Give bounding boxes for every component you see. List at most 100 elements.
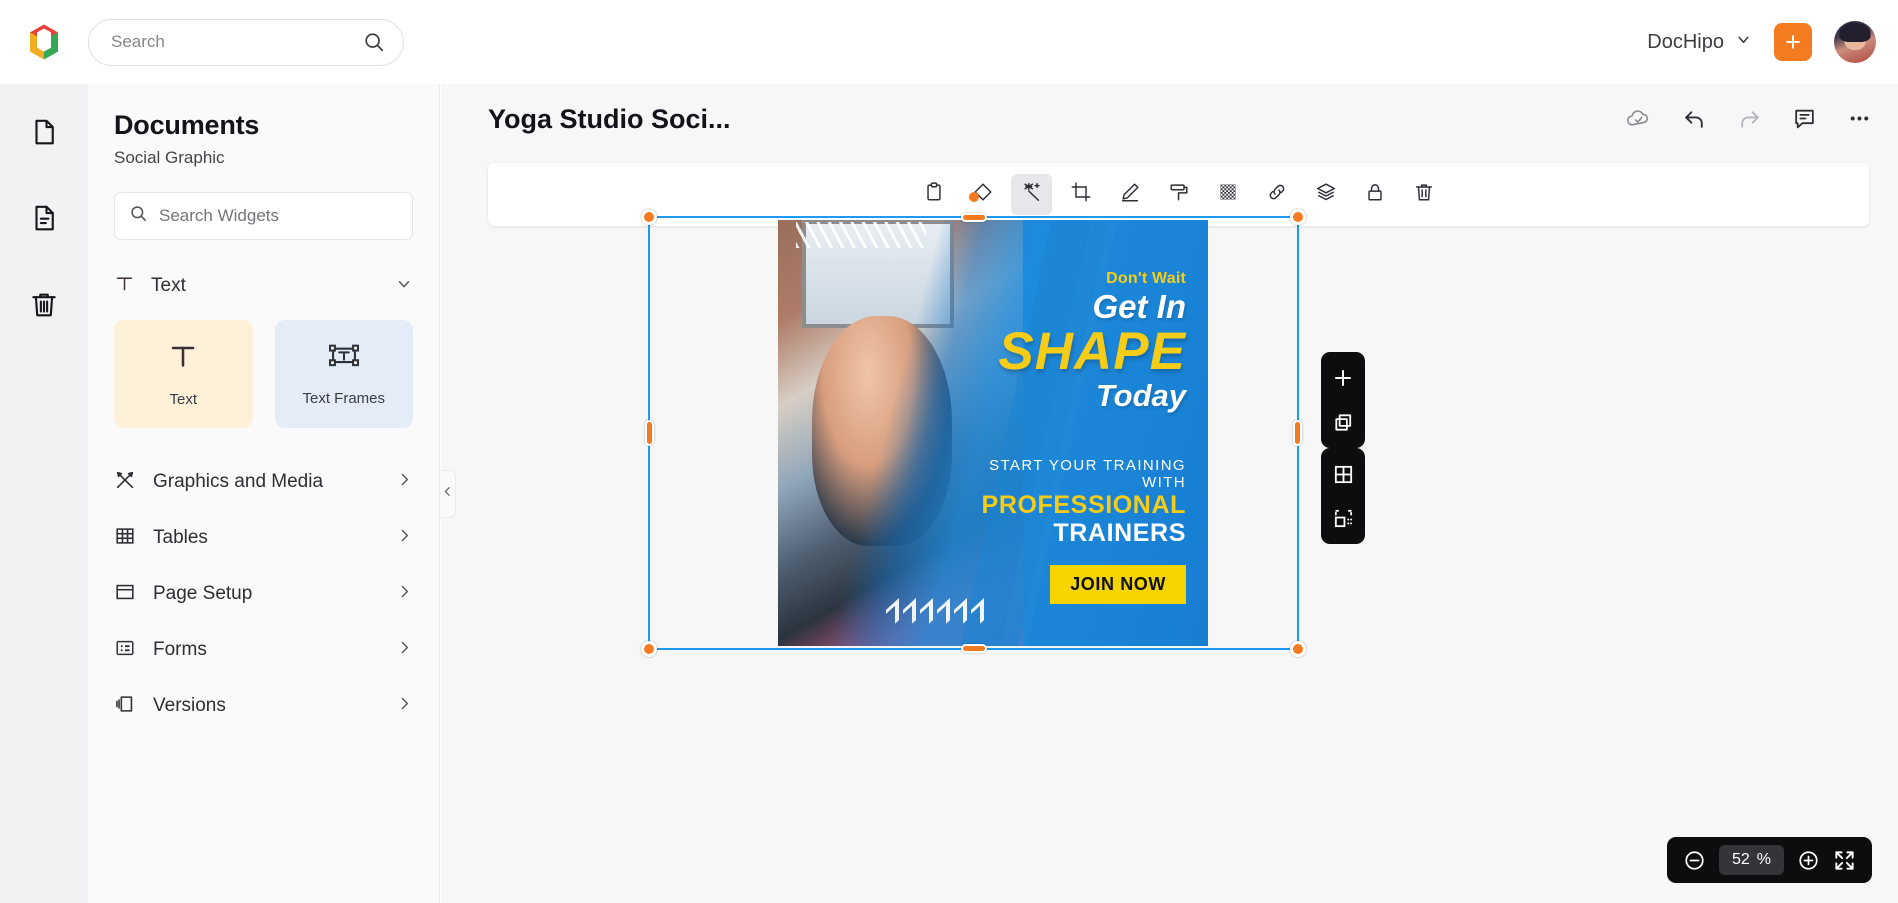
add-plus-icon[interactable]: [1326, 361, 1360, 395]
magic-wand-icon: [1021, 181, 1043, 208]
selection-frame[interactable]: [641, 192, 1306, 657]
toolbar-paint-roller-button[interactable]: [1158, 174, 1199, 215]
redo-icon[interactable]: [1737, 106, 1762, 131]
resize-handle-bottom[interactable]: [960, 644, 987, 653]
widget-card-text-frames[interactable]: Text Frames: [274, 320, 413, 428]
grid-icon[interactable]: [1326, 457, 1360, 491]
comment-icon[interactable]: [1792, 106, 1817, 131]
sidebar-item-page-setup[interactable]: Page Setup: [88, 566, 439, 622]
create-new-button[interactable]: +: [1774, 23, 1812, 61]
text-t-icon: [167, 340, 199, 377]
cloud-saved-icon[interactable]: [1625, 107, 1652, 131]
sidebar-label: Page Setup: [153, 583, 253, 604]
resize-handle-top-left[interactable]: [641, 209, 657, 225]
search-widgets-input[interactable]: [159, 206, 398, 226]
rotate-handle[interactable]: [967, 190, 981, 204]
paint-roller-icon: [1168, 181, 1190, 208]
graphics-media-icon: [114, 469, 136, 496]
widget-card-text[interactable]: Text: [114, 320, 253, 428]
resize-handle-top[interactable]: [960, 213, 987, 222]
versions-layers-icon: [114, 693, 136, 720]
sidebar-label: Tables: [153, 527, 208, 548]
toolbar-link-button[interactable]: [1256, 174, 1297, 215]
icon-rail: [0, 84, 88, 903]
sidebar-item-versions[interactable]: Versions: [88, 678, 439, 734]
layout-tools-stack: [1321, 448, 1365, 544]
toolbar-clipboard-button[interactable]: [913, 174, 954, 215]
zoom-controls: 52 %: [1666, 837, 1872, 883]
resize-handle-right[interactable]: [1293, 420, 1302, 446]
clipboard-icon: [923, 181, 945, 208]
zoom-in-icon[interactable]: [1797, 849, 1820, 872]
page-setup-icon: [114, 581, 136, 608]
sidebar-label: Graphics and Media: [153, 471, 324, 492]
toolbar-pencil-button[interactable]: [1109, 174, 1150, 215]
toolbar-transparency-button[interactable]: [1207, 174, 1248, 215]
table-grid-icon: [114, 525, 136, 552]
search-icon: [363, 31, 385, 53]
document-title[interactable]: Yoga Studio Soci...: [488, 104, 731, 135]
lock-icon: [1364, 181, 1386, 208]
search-input[interactable]: [111, 32, 363, 52]
resize-handle-left[interactable]: [645, 420, 654, 446]
transparency-icon: [1217, 181, 1239, 208]
chevron-right-icon: [396, 695, 413, 717]
widgets-panel: Documents Social Graphic Text: [88, 84, 440, 903]
avatar[interactable]: [1834, 21, 1876, 63]
chevron-right-icon: [396, 639, 413, 661]
toolbar-layers-button[interactable]: [1305, 174, 1346, 215]
fit-screen-icon[interactable]: [1833, 849, 1856, 872]
top-bar-right: DocHipo +: [1647, 21, 1898, 63]
crop-icon: [1070, 181, 1092, 208]
widget-cards: Text Text Frames: [114, 320, 413, 428]
panel-subtitle: Social Graphic: [114, 148, 225, 167]
sidebar-item-graphics-and-media[interactable]: Graphics and Media: [88, 454, 439, 510]
rail-item-documents[interactable]: [16, 192, 72, 248]
section-text[interactable]: Text: [114, 266, 413, 306]
zoom-out-icon[interactable]: [1683, 849, 1706, 872]
resize-handle-bottom-left[interactable]: [641, 641, 657, 657]
top-bar: DocHipo +: [0, 0, 1898, 84]
quick-add-stack: [1321, 352, 1365, 448]
rail-item-trash[interactable]: [16, 278, 72, 334]
page-title: Documents: [114, 110, 260, 140]
zoom-value: 52: [1731, 851, 1750, 868]
document-actions: [1625, 106, 1872, 131]
widget-search[interactable]: [114, 192, 413, 240]
toolbar-magic-wand-button[interactable]: [1011, 174, 1052, 215]
document-lines-icon: [29, 203, 59, 238]
global-search[interactable]: [88, 18, 404, 66]
canvas-workspace: Yoga Studio Soci... Don't Wait Get In SH…: [441, 84, 1898, 903]
sidebar-item-tables[interactable]: Tables: [88, 510, 439, 566]
zoom-unit: %: [1756, 851, 1771, 868]
panel-header: Documents Social Graphic: [88, 84, 439, 168]
chevron-right-icon: [396, 583, 413, 605]
resize-handle-top-right[interactable]: [1290, 209, 1306, 225]
sidebar-label: Versions: [153, 695, 226, 716]
chevron-down-icon: [395, 275, 413, 298]
toolbar-delete-button[interactable]: [1403, 174, 1444, 215]
pencil-edit-icon: [1119, 181, 1141, 208]
more-options-icon[interactable]: [1847, 106, 1872, 131]
plus-icon: +: [1785, 26, 1801, 57]
sidebar-item-forms[interactable]: Forms: [88, 622, 439, 678]
logo-container[interactable]: [0, 21, 88, 63]
toolbar-lock-button[interactable]: [1354, 174, 1395, 215]
undo-icon[interactable]: [1682, 106, 1707, 131]
dochipo-logo[interactable]: [23, 21, 65, 63]
rail-item-blank-document[interactable]: [16, 106, 72, 162]
workspace-switcher[interactable]: DocHipo: [1647, 31, 1752, 54]
resize-handle-bottom-right[interactable]: [1290, 641, 1306, 657]
panel-collapse-button[interactable]: [440, 470, 456, 518]
link-icon: [1266, 181, 1288, 208]
forms-icon: [114, 637, 136, 664]
zoom-level[interactable]: 52 %: [1718, 845, 1784, 875]
sidebar-label: Forms: [153, 639, 207, 660]
duplicate-icon[interactable]: [1326, 405, 1360, 439]
toolbar-crop-button[interactable]: [1060, 174, 1101, 215]
select-area-icon[interactable]: [1326, 501, 1360, 535]
chevron-left-icon: [441, 485, 454, 503]
chevron-right-icon: [396, 471, 413, 493]
workspace-name: DocHipo: [1647, 30, 1724, 53]
layers-icon: [1315, 181, 1337, 208]
